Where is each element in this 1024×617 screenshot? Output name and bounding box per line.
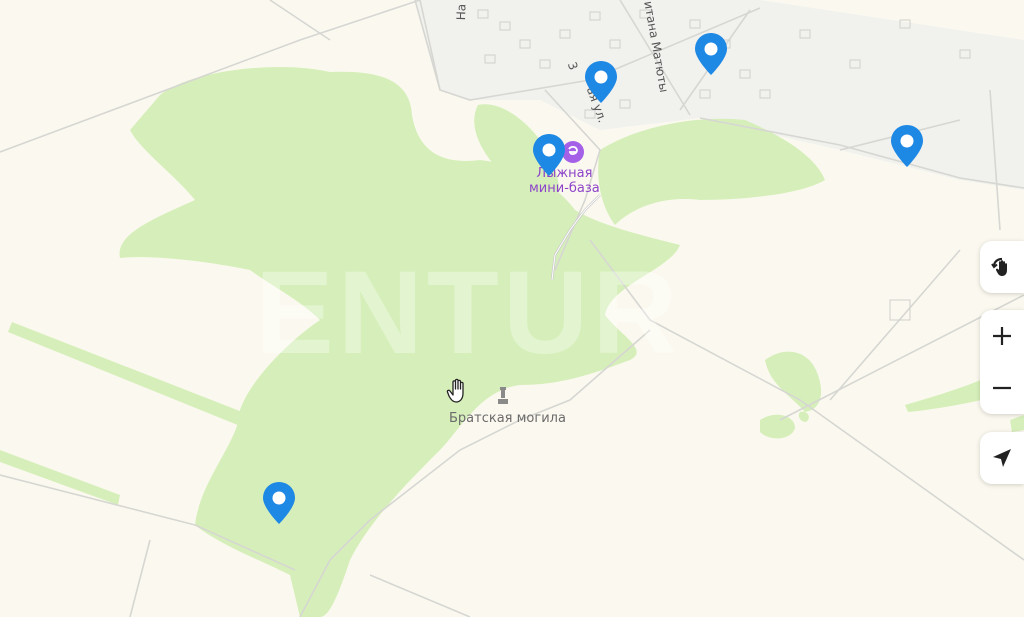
locate-button[interactable] [980,432,1024,484]
map-marker-5[interactable] [262,481,296,525]
location-pin-icon [533,134,565,176]
locate-control [980,432,1024,484]
map-marker-4[interactable] [890,124,924,168]
minus-icon [993,386,1011,390]
rotate-icon [991,257,1007,276]
navigation-arrow-icon [993,449,1011,467]
map-marker-2[interactable] [694,32,728,76]
map-marker-3[interactable] [532,133,566,177]
forest-area [119,66,680,617]
rotate-control [980,241,1024,293]
map-canvas[interactable]: ENTUR Лыжная мини-база Братская могила Н… [0,0,1024,617]
hand-cursor-icon [446,378,464,403]
ski-base-label-line2: мини-база [529,181,600,196]
street-label-1: На [454,3,469,21]
location-pin-icon [891,125,923,167]
monument-icon[interactable] [497,387,509,405]
map-marker-1[interactable] [584,60,618,104]
map-base-layer [0,0,1024,617]
grave-label[interactable]: Братская могила [449,411,566,426]
zoom-in-button[interactable] [980,310,1024,362]
zoom-control [980,310,1024,414]
rotate-button[interactable] [980,241,1024,293]
zoom-out-button[interactable] [980,362,1024,414]
location-pin-icon [263,482,295,524]
plus-icon [993,327,1011,345]
location-pin-icon [695,33,727,75]
location-pin-icon [585,61,617,103]
